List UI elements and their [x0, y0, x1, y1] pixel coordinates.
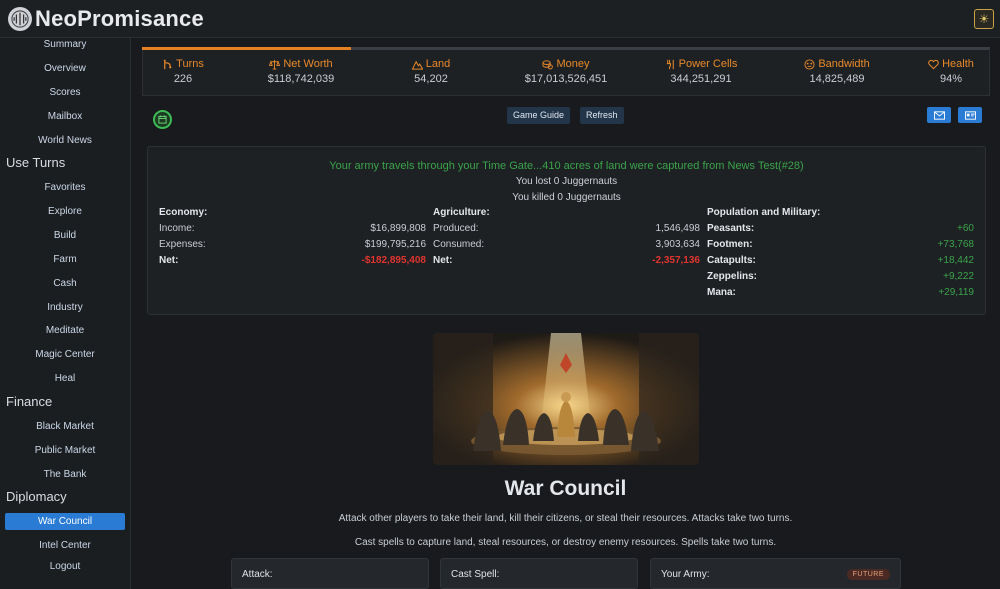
- resource-value: 94%: [939, 73, 963, 85]
- future-badge: FUTURE: [846, 569, 890, 580]
- resource-bar-accent: [142, 47, 351, 50]
- turns-icon: [163, 59, 172, 69]
- catapults-row: Catapults: +18,442: [707, 255, 974, 266]
- resource-value: $17,013,526,451: [524, 73, 608, 85]
- section-heading-use-turns: Use Turns: [6, 155, 66, 170]
- mana-row: Mana: +29,119: [707, 287, 974, 298]
- resource-label: Net Worth: [283, 58, 333, 70]
- resource-label: Power Cells: [678, 58, 738, 70]
- resource-value: 226: [173, 73, 193, 85]
- footmen-row: Footmen: +73,768: [707, 239, 974, 250]
- zeppelins-row: Zeppelins: +9,222: [707, 271, 974, 282]
- agriculture-consumed-row: Consumed: 3,903,634: [433, 239, 700, 250]
- calendar-status-icon[interactable]: [153, 110, 172, 129]
- sidebar-item-summary[interactable]: Summary: [5, 36, 125, 53]
- bandwidth-icon: [804, 58, 815, 70]
- sidebar-item-magic-center[interactable]: Magic Center: [5, 346, 125, 363]
- resource-bar: Turns 226 Net Worth $118,742,039 Land 54…: [142, 47, 990, 96]
- sidebar-item-mailbox[interactable]: Mailbox: [5, 108, 125, 125]
- scale-icon: [269, 59, 281, 70]
- section-heading-finance: Finance: [6, 394, 53, 409]
- population-column: Population and Military: Peasants: +60 Fo…: [707, 207, 974, 303]
- cast-spell-card-title: Cast Spell:: [451, 569, 500, 580]
- top-header: NeoPromisance ☀: [0, 0, 1000, 38]
- sidebar-item-heal[interactable]: Heal: [5, 370, 125, 387]
- sidebar-item-explore[interactable]: Explore: [5, 203, 125, 220]
- resource-land: Land 54,202: [371, 58, 491, 85]
- units-killed-message: You killed 0 Juggernauts: [512, 192, 621, 203]
- sidebar-item-cash[interactable]: Cash: [5, 275, 125, 292]
- population-title: Population and Military:: [707, 207, 821, 218]
- attack-card-title: Attack:: [242, 569, 273, 580]
- economy-expenses-row: Expenses: $199,795,216: [159, 239, 426, 250]
- your-army-card[interactable]: Your Army: FUTURE: [650, 558, 901, 589]
- sidebar-item-black-market[interactable]: Black Market: [5, 418, 125, 435]
- attack-result-message: Your army travels through your Time Gate…: [329, 160, 804, 172]
- mail-icon[interactable]: [927, 107, 951, 123]
- sidebar-item-favorites[interactable]: Favorites: [5, 179, 125, 196]
- mountain-icon: [411, 60, 423, 70]
- resource-value: 54,202: [414, 73, 448, 85]
- attack-card[interactable]: Attack:: [231, 558, 429, 589]
- resource-health: Health 94%: [891, 58, 1000, 85]
- logout-link[interactable]: Logout: [5, 558, 125, 575]
- economy-title: Economy:: [159, 207, 208, 218]
- coins-icon: [542, 59, 554, 69]
- war-council-illustration: [433, 333, 699, 465]
- resource-value: $118,742,039: [267, 73, 335, 85]
- refresh-button[interactable]: Refresh: [580, 107, 624, 124]
- agriculture-title: Agriculture:: [433, 207, 490, 218]
- resource-money: Money $17,013,526,451: [506, 58, 626, 85]
- sidebar-item-overview[interactable]: Overview: [5, 60, 125, 77]
- resource-label: Health: [942, 58, 974, 70]
- logo-icon[interactable]: [8, 7, 32, 31]
- attack-description: Attack other players to take their land,…: [338, 513, 793, 524]
- resource-bandwidth: Bandwidth 14,825,489: [777, 58, 897, 85]
- id-card-icon[interactable]: [958, 107, 982, 123]
- sidebar-item-farm[interactable]: Farm: [5, 251, 125, 268]
- economy-column: Economy: Income: $16,899,808 Expenses: $19…: [159, 207, 426, 271]
- theme-toggle-sun-icon[interactable]: ☀: [974, 9, 994, 29]
- sidebar-item-meditate[interactable]: Meditate: [5, 322, 125, 339]
- power-icon: [666, 59, 674, 69]
- resource-power-cells: Power Cells 344,251,291: [641, 58, 761, 85]
- agriculture-column: Agriculture: Produced: 1,546,498 Consumed…: [433, 207, 700, 271]
- economy-income-row: Income: $16,899,808: [159, 223, 426, 234]
- resource-label: Bandwidth: [818, 58, 870, 70]
- resource-net-worth: Net Worth $118,742,039: [241, 58, 361, 85]
- sidebar-item-world-news[interactable]: World News: [5, 132, 125, 149]
- agriculture-produced-row: Produced: 1,546,498: [433, 223, 700, 234]
- peasants-row: Peasants: +60: [707, 223, 974, 234]
- agriculture-net-row: Net: -2,357,136: [433, 255, 700, 266]
- page-title: War Council: [504, 477, 627, 500]
- sidebar-item-scores[interactable]: Scores: [5, 84, 125, 101]
- sidebar-item-public-market[interactable]: Public Market: [5, 442, 125, 459]
- units-lost-message: You lost 0 Juggernauts: [515, 176, 618, 187]
- sidebar-item-industry[interactable]: Industry: [5, 299, 125, 316]
- resource-label: Money: [556, 58, 590, 70]
- brand-name[interactable]: NeoPromisance: [35, 6, 204, 32]
- your-army-card-title: Your Army:: [661, 569, 710, 580]
- heart-icon: [928, 59, 939, 69]
- sidebar-item-build[interactable]: Build: [5, 227, 125, 244]
- cast-spell-card[interactable]: Cast Spell:: [440, 558, 638, 589]
- attack-report-panel: Your army travels through your Time Gate…: [147, 146, 986, 315]
- economy-net-row: Net: -$182,895,408: [159, 255, 426, 266]
- resource-label: Turns: [176, 58, 204, 70]
- spell-description: Cast spells to capture land, steal resou…: [354, 537, 777, 548]
- resource-turns: Turns 226: [123, 58, 243, 85]
- game-guide-button[interactable]: Game Guide: [507, 107, 571, 124]
- resource-value: 14,825,489: [809, 73, 865, 85]
- resource-label: Land: [425, 58, 451, 70]
- resource-value: 344,251,291: [670, 73, 732, 85]
- sidebar: Summary Overview Scores Mailbox World Ne…: [0, 38, 131, 589]
